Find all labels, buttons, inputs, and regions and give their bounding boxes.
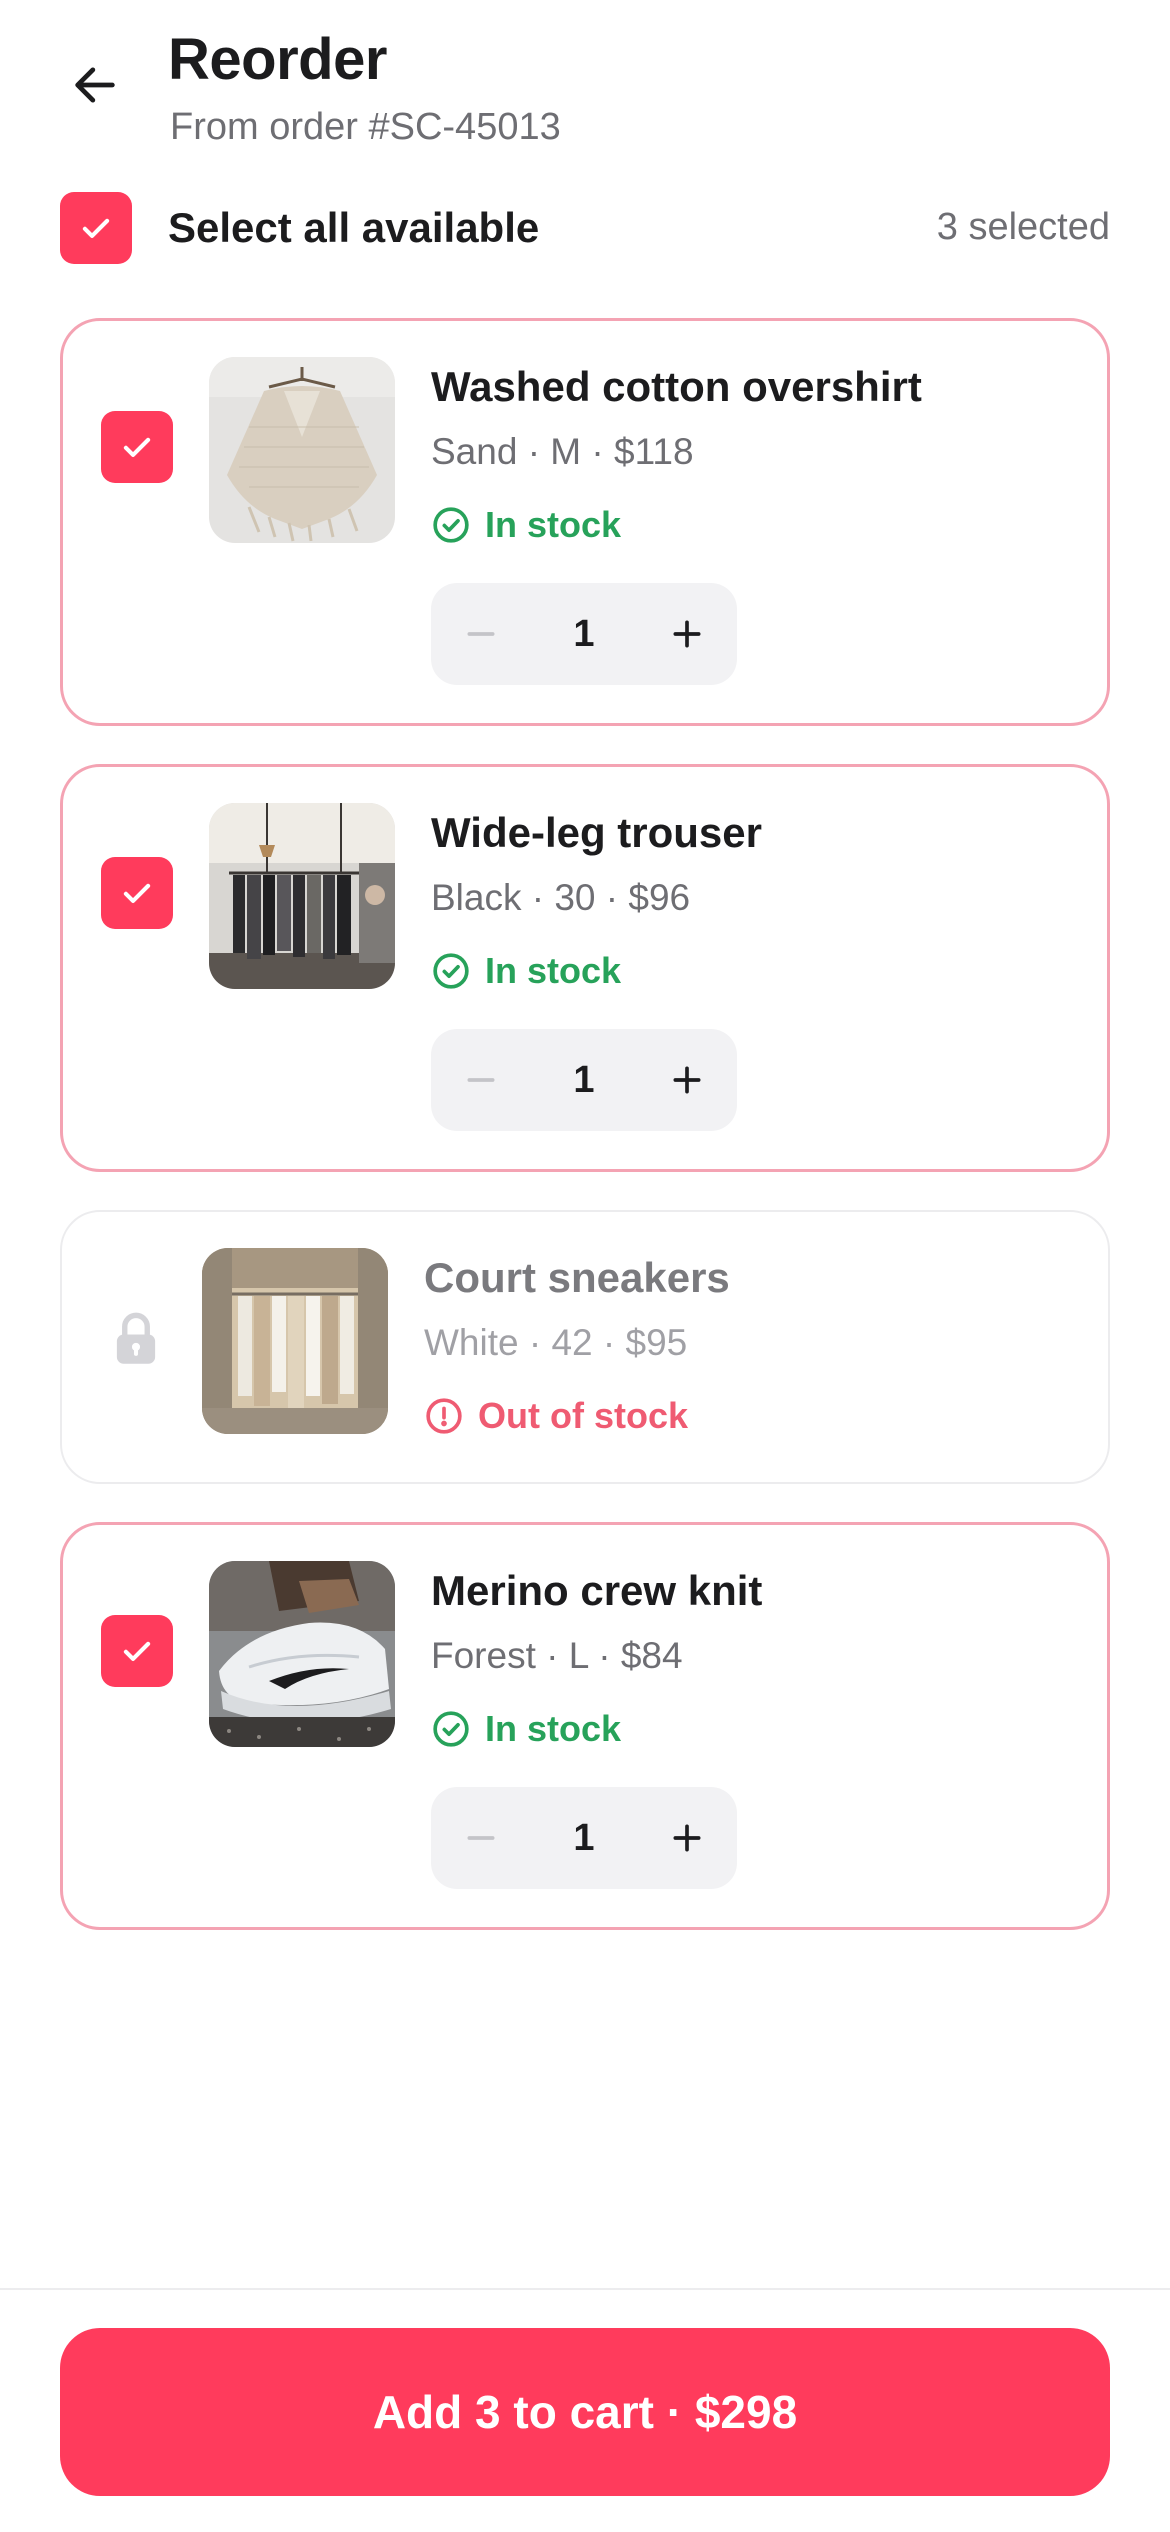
checkmark-icon	[123, 1641, 151, 1661]
item-name: Court sneakers	[424, 1254, 730, 1301]
checkmark-icon	[123, 883, 151, 903]
minus-icon	[467, 1836, 495, 1840]
item-checkbox[interactable]	[101, 411, 173, 483]
check-circle-icon	[433, 1711, 469, 1747]
increase-button[interactable]	[637, 1787, 737, 1889]
stock-status-label: Out of stock	[478, 1395, 689, 1436]
item-meta: Black · 30 · $96	[431, 877, 691, 918]
clothing-store-photo-icon	[209, 803, 395, 989]
sweater-photo-icon	[209, 357, 395, 543]
quantity-value: 1	[573, 612, 595, 655]
stock-status: In stock	[431, 950, 621, 992]
checkmark-icon	[123, 437, 151, 457]
quantity-stepper: 1	[431, 1787, 737, 1889]
alert-circle-icon	[426, 1398, 462, 1434]
select-all-label[interactable]: Select all available	[168, 204, 539, 252]
product-thumbnail[interactable]	[202, 1248, 388, 1434]
increase-button[interactable]	[637, 1029, 737, 1131]
item-meta: Forest · L · $84	[431, 1635, 683, 1676]
item-meta: White · 42 · $95	[424, 1322, 688, 1363]
clothing-rack-photo-icon	[202, 1248, 388, 1434]
add-to-cart-label: Add 3 to cart · $298	[372, 2386, 798, 2438]
add-to-cart-button[interactable]: Add 3 to cart · $298	[60, 2328, 1110, 2496]
plus-icon	[673, 620, 701, 648]
reorder-item-card: Washed cotton overshirt Sand · M · $118 …	[60, 318, 1110, 726]
stock-status: In stock	[431, 1708, 621, 1750]
minus-icon	[467, 1078, 495, 1082]
back-button[interactable]	[60, 50, 130, 120]
minus-icon	[467, 632, 495, 636]
quantity-value: 1	[573, 1058, 595, 1101]
plus-icon	[673, 1824, 701, 1852]
decrease-button[interactable]	[431, 1787, 531, 1889]
quantity-stepper: 1	[431, 583, 737, 685]
item-name: Merino crew knit	[431, 1567, 763, 1614]
bottom-action-bar: Add 3 to cart · $298	[0, 2288, 1170, 2532]
stock-status: Out of stock	[424, 1395, 688, 1437]
lock-icon	[106, 1306, 166, 1372]
checkmark-icon	[82, 218, 110, 238]
item-checkbox[interactable]	[101, 1615, 173, 1687]
item-meta: Sand · M · $118	[431, 431, 694, 472]
reorder-item-card-unavailable: Court sneakers White · 42 · $95 Out of s…	[60, 1210, 1110, 1484]
decrease-button[interactable]	[431, 583, 531, 685]
product-thumbnail[interactable]	[209, 1561, 395, 1747]
page-title: Reorder	[168, 27, 387, 92]
selected-count: 3 selected	[936, 206, 1110, 248]
plus-icon	[673, 1066, 701, 1094]
select-all-checkbox[interactable]	[60, 192, 132, 264]
arrow-left-icon	[75, 67, 115, 103]
stock-status-label: In stock	[485, 504, 622, 545]
quantity-stepper: 1	[431, 1029, 737, 1131]
reorder-screen: Reorder From order #SC-45013 Select all …	[0, 0, 1170, 2532]
increase-button[interactable]	[637, 583, 737, 685]
quantity-value: 1	[573, 1816, 595, 1859]
order-number: From order #SC-45013	[170, 106, 561, 148]
check-circle-icon	[433, 507, 469, 543]
header: Reorder From order #SC-45013	[0, 0, 1170, 160]
item-checkbox[interactable]	[101, 857, 173, 929]
sneaker-photo-icon	[209, 1561, 395, 1747]
product-thumbnail[interactable]	[209, 357, 395, 543]
reorder-item-card: Wide-leg trouser Black · 30 · $96 In sto…	[60, 764, 1110, 1172]
stock-status: In stock	[431, 504, 621, 546]
stock-status-label: In stock	[485, 950, 622, 991]
item-name: Wide-leg trouser	[431, 809, 762, 856]
reorder-item-card: Merino crew knit Forest · L · $84 In sto…	[60, 1522, 1110, 1930]
stock-status-label: In stock	[485, 1708, 622, 1749]
select-all-row: Select all available 3 selected	[0, 188, 1170, 268]
item-name: Washed cotton overshirt	[431, 363, 922, 410]
product-thumbnail[interactable]	[209, 803, 395, 989]
decrease-button[interactable]	[431, 1029, 531, 1131]
check-circle-icon	[433, 953, 469, 989]
